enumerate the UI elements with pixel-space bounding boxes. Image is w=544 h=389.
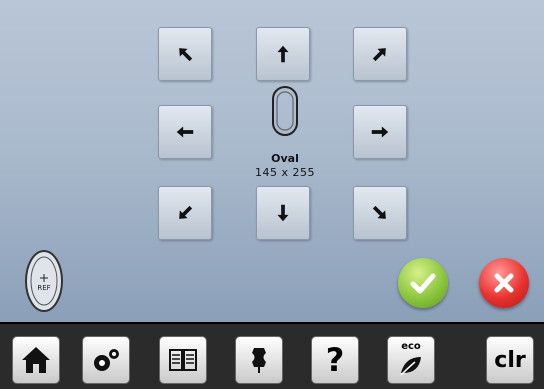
taskbar: ? eco clr: [0, 322, 544, 389]
help-button[interactable]: ?: [311, 336, 359, 384]
home-icon: [22, 347, 50, 373]
eco-leaf-icon: [400, 357, 421, 376]
move-right-button[interactable]: [353, 105, 407, 159]
dress-form-icon: [252, 348, 266, 373]
move-down-left-button[interactable]: [158, 186, 212, 240]
setup-button[interactable]: [82, 336, 130, 384]
hoop-name: Oval: [271, 152, 299, 165]
move-left-button[interactable]: [158, 105, 212, 159]
book-icon: [169, 349, 197, 371]
cancel-button[interactable]: [479, 258, 529, 308]
arrow-down-right-icon: [372, 205, 386, 219]
checkmark-icon: [410, 273, 436, 294]
arrow-left-icon: [176, 126, 194, 138]
ref-label: REF: [37, 284, 50, 292]
move-down-right-button[interactable]: [353, 186, 407, 240]
arrow-down-left-icon: [179, 205, 193, 219]
arrow-up-icon: [277, 45, 289, 63]
move-down-button[interactable]: [256, 186, 310, 240]
tutorial-button[interactable]: [159, 336, 207, 384]
eco-label: eco: [401, 341, 421, 352]
clear-label: clr: [494, 347, 526, 373]
home-button[interactable]: [12, 336, 60, 384]
move-up-button[interactable]: [256, 27, 310, 81]
move-up-left-button[interactable]: [158, 27, 212, 81]
close-icon: [494, 273, 514, 293]
arrow-down-icon: [277, 204, 289, 222]
help-icon: ?: [325, 341, 345, 379]
gears-icon: [94, 349, 119, 371]
ref-button[interactable]: REF: [22, 248, 66, 314]
arrow-up-right-icon: [372, 48, 386, 62]
arrow-right-icon: [371, 126, 389, 138]
eco-button[interactable]: eco: [387, 336, 435, 384]
oval-hoop-icon: [272, 86, 298, 136]
sewing-consultant-button[interactable]: [235, 336, 283, 384]
ref-hoop-icon: REF: [25, 250, 63, 312]
confirm-button[interactable]: [398, 258, 448, 308]
clear-button[interactable]: clr: [486, 336, 534, 384]
move-up-right-button[interactable]: [353, 27, 407, 81]
hoop-size: 145 x 255: [255, 166, 315, 179]
arrow-up-left-icon: [179, 48, 193, 62]
